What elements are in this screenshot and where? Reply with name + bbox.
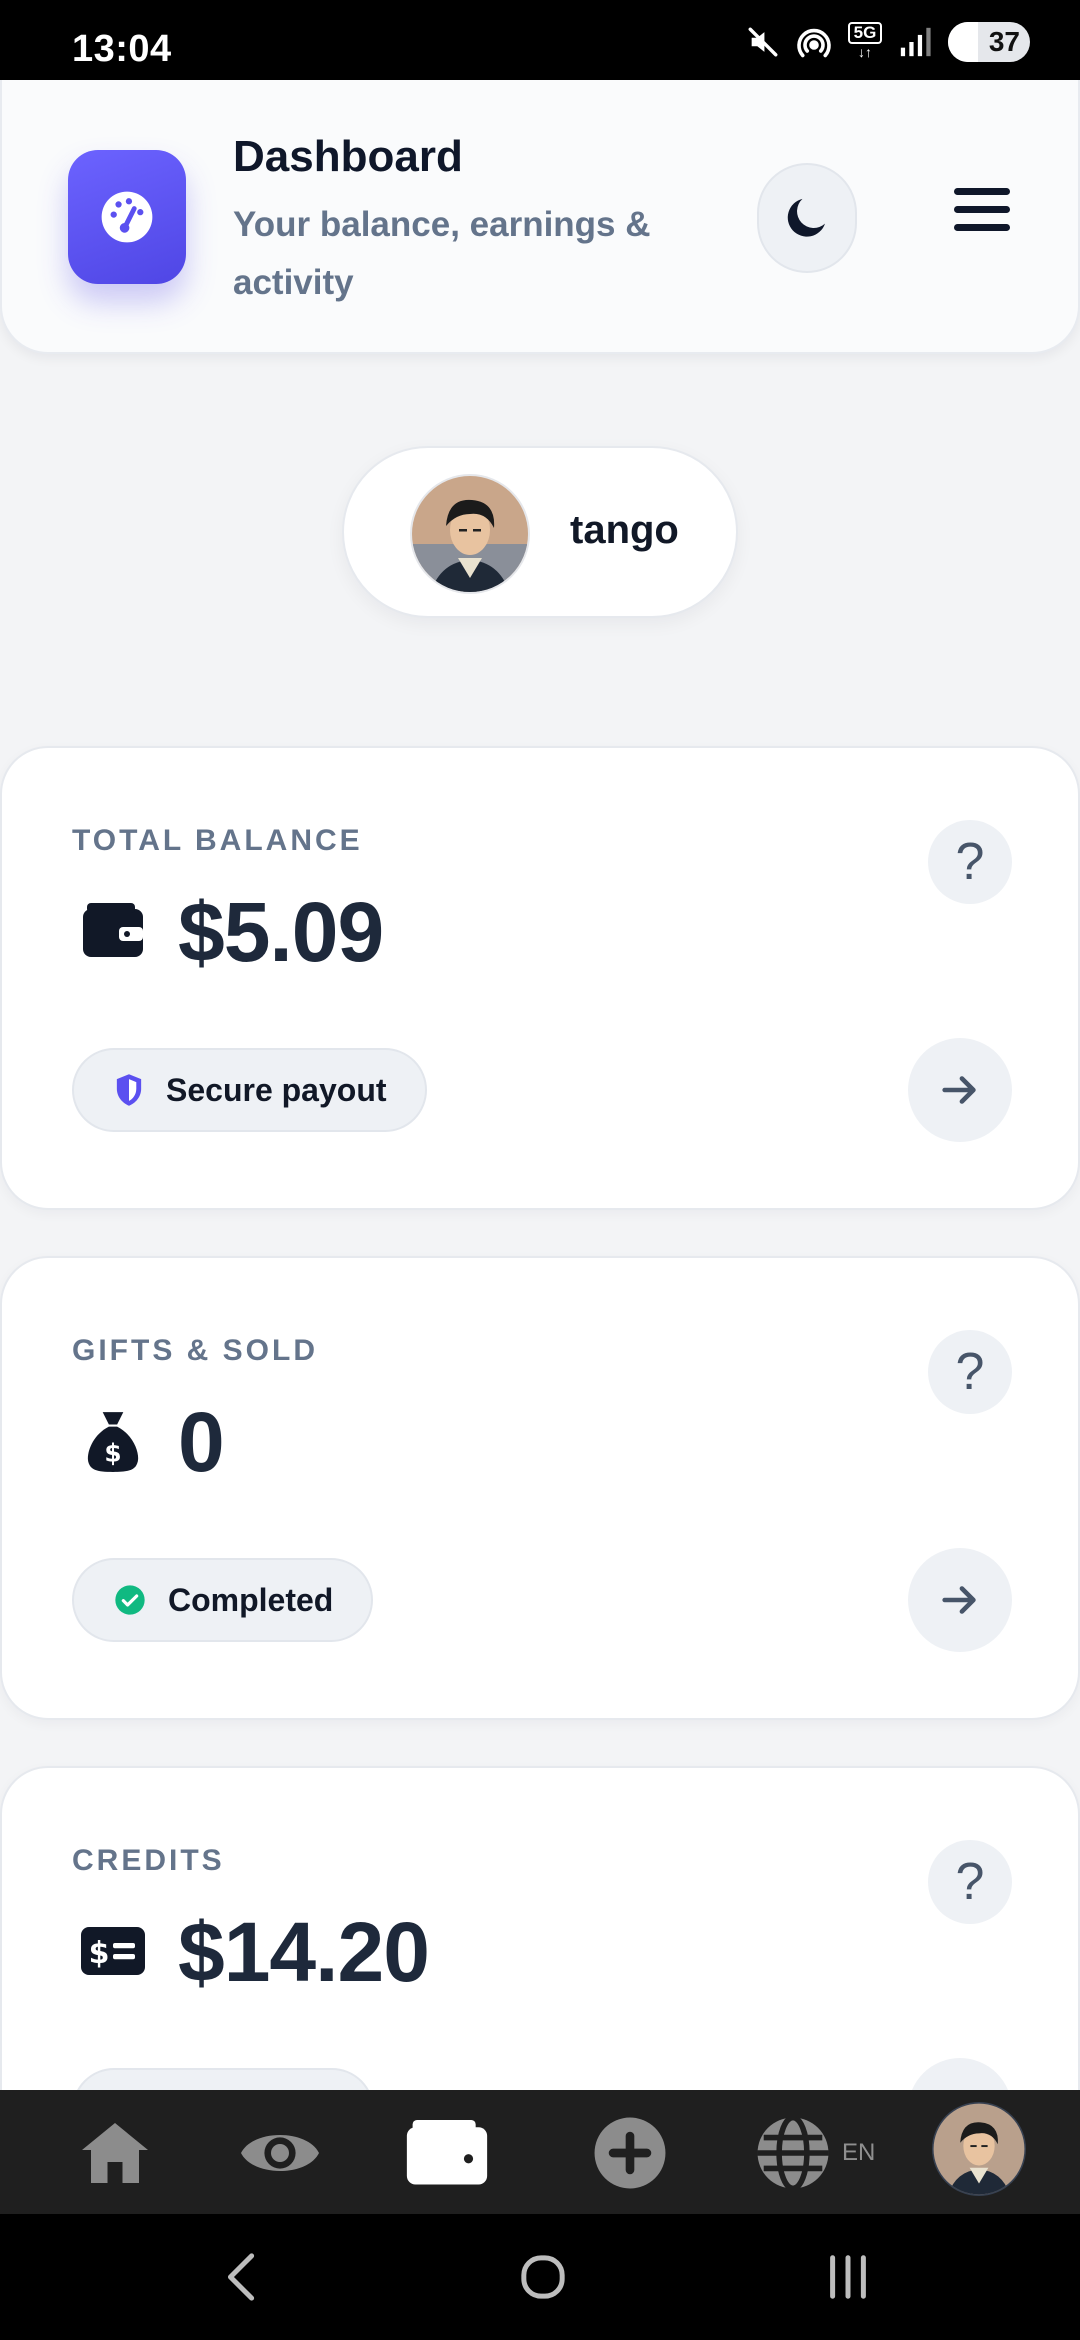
wallet-icon: [80, 898, 146, 964]
arrow-right-icon: [942, 1076, 976, 1104]
help-button[interactable]: ?: [928, 1330, 1012, 1414]
avatar: [932, 2102, 1026, 2196]
gifts-arrow-button[interactable]: [908, 1548, 1012, 1652]
page-subtitle: Your balance, earnings & activity: [233, 205, 651, 302]
chip-label: Secure payout: [166, 1071, 387, 1108]
network-type-icon: 5G ↓↑: [848, 22, 882, 62]
globe-icon: [757, 2116, 829, 2190]
balance-value: $5.09: [178, 885, 384, 979]
nav-views[interactable]: [236, 2108, 324, 2198]
network-type-label: 5G: [848, 22, 882, 44]
bottom-navigation: EN: [0, 2090, 1080, 2214]
language-code: EN: [842, 2139, 876, 2166]
wallet-icon: [406, 2120, 488, 2185]
plus-circle-icon: [594, 2117, 666, 2189]
card-label: GIFTS & SOLD: [72, 1334, 318, 1367]
nav-create[interactable]: [592, 2108, 668, 2198]
card-label: CREDITS: [72, 1844, 225, 1877]
hotspot-icon: [797, 28, 831, 58]
arrow-right-icon: [942, 1586, 976, 1614]
eye-icon: [241, 2135, 319, 2171]
status-bar: 13:04 5G ↓↑ 37: [0, 0, 1080, 80]
chip-label: Completed: [168, 1581, 334, 1618]
status-icons: 5G ↓↑ 37: [746, 22, 1030, 62]
app-logo[interactable]: [68, 150, 186, 284]
nav-home[interactable]: [74, 2108, 156, 2198]
moon-icon: [787, 198, 825, 237]
completed-chip[interactable]: Completed: [72, 1558, 374, 1642]
system-navigation-bar: [0, 2214, 1080, 2340]
check-circle-icon: [115, 1585, 145, 1615]
help-button[interactable]: ?: [928, 820, 1012, 904]
nav-language[interactable]: EN: [756, 2108, 876, 2198]
hamburger-menu-button[interactable]: [954, 188, 1010, 238]
gauge-icon: [101, 191, 153, 243]
username: tango: [570, 508, 679, 552]
balance-arrow-button[interactable]: [908, 1038, 1012, 1142]
page-title: Dashboard: [233, 132, 463, 181]
money-bill-icon: $: [80, 1918, 146, 1984]
credits-value: $14.20: [178, 1905, 430, 1999]
mute-icon: [748, 27, 778, 57]
nav-profile[interactable]: [932, 2102, 1026, 2196]
card-label: TOTAL BALANCE: [72, 824, 363, 857]
secure-payout-chip[interactable]: Secure payout: [72, 1048, 427, 1132]
nav-wallet[interactable]: [402, 2108, 492, 2198]
help-button[interactable]: ?: [928, 1840, 1012, 1924]
money-bag-icon: $: [80, 1408, 146, 1474]
home-icon: [82, 2123, 148, 2183]
gifts-sold-card: GIFTS & SOLD ? $ 0 Completed: [0, 1256, 1080, 1720]
svg-text:$: $: [89, 1936, 110, 1971]
battery-indicator: 37: [948, 22, 1030, 62]
status-time: 13:04: [72, 28, 172, 70]
svg-text:$: $: [104, 1439, 121, 1468]
back-icon[interactable]: [222, 2252, 262, 2302]
user-profile-pill[interactable]: tango: [342, 446, 738, 618]
theme-toggle-button[interactable]: [757, 163, 857, 273]
recents-icon[interactable]: [826, 2252, 870, 2302]
total-balance-card: TOTAL BALANCE ? $5.09 Secure payout: [0, 746, 1080, 1210]
gifts-sold-value: 0: [178, 1395, 225, 1489]
shield-icon: [116, 1074, 142, 1106]
home-button-icon[interactable]: [520, 2252, 566, 2302]
signal-icon: [900, 27, 931, 57]
dashboard-header: Dashboard Your balance, earnings & activ…: [0, 80, 1080, 354]
battery-level: 37: [988, 26, 1020, 57]
avatar: [410, 474, 530, 594]
